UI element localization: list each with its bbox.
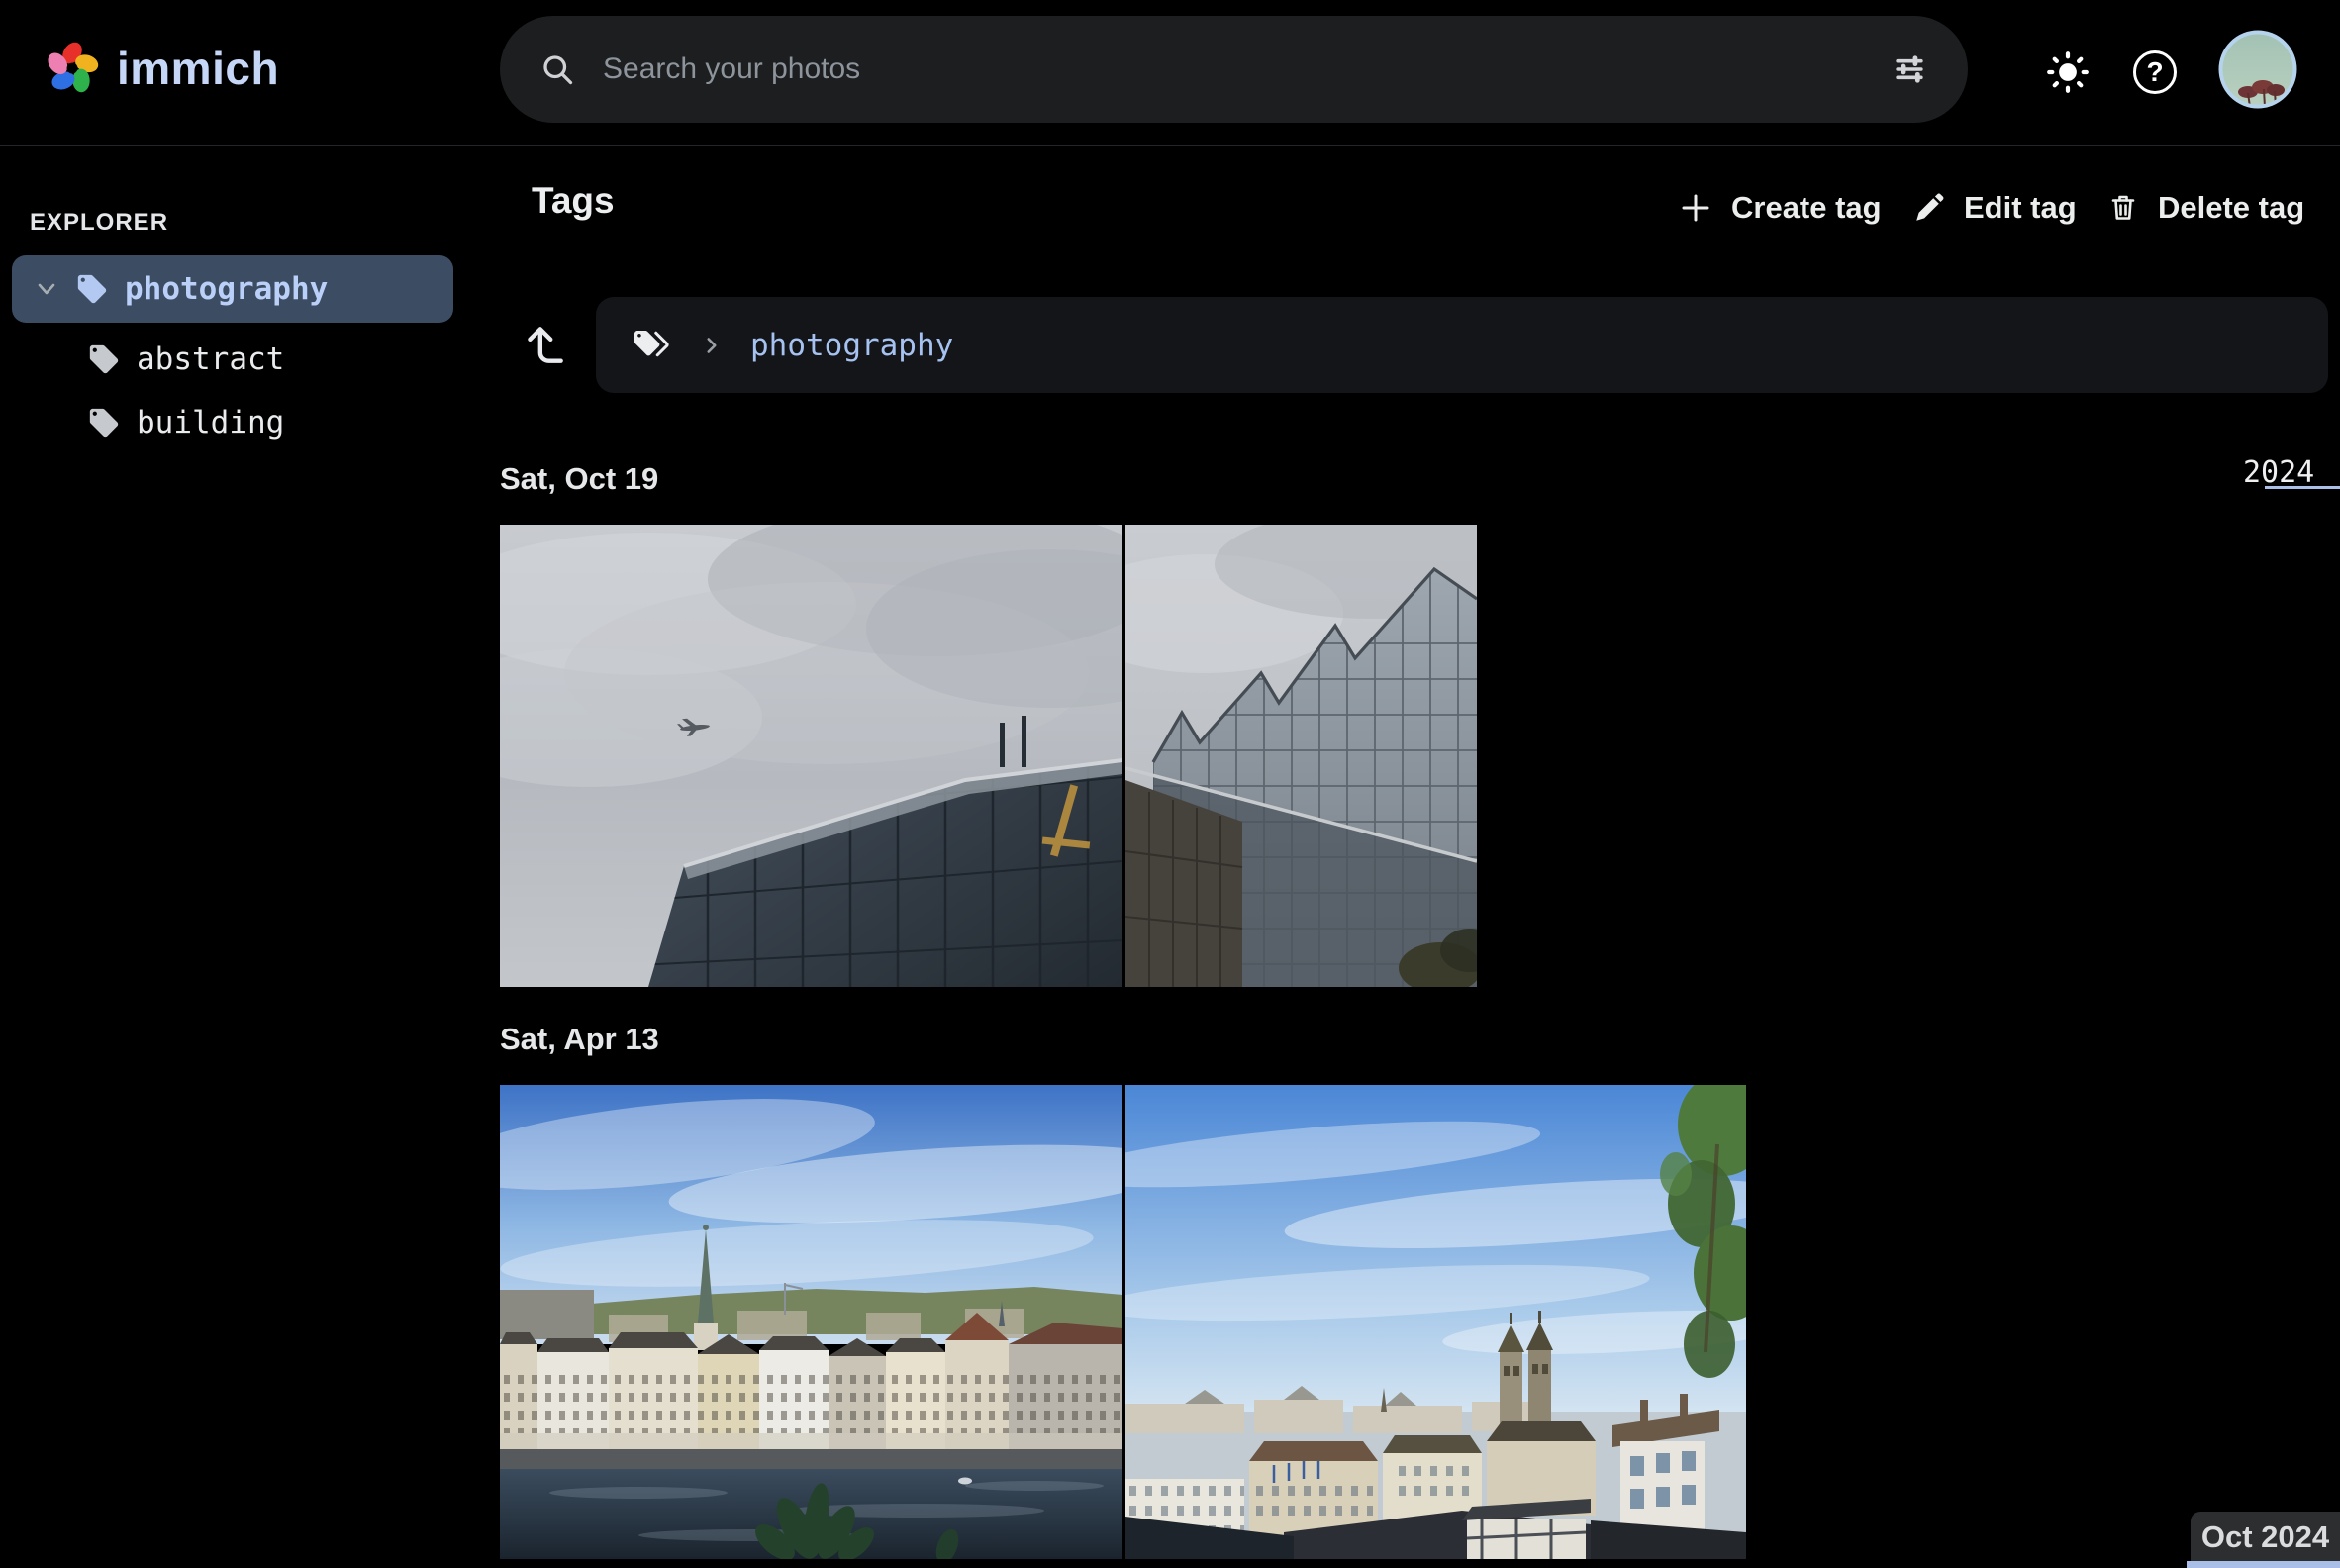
scrubber-position-tooltip: Oct 2024 xyxy=(2191,1512,2340,1562)
breadcrumb-current-tag[interactable]: photography xyxy=(750,328,953,363)
tag-icon xyxy=(87,406,121,440)
photo-image xyxy=(1125,1085,1746,1559)
immich-logo[interactable]: immich xyxy=(44,40,279,97)
tags-icon xyxy=(632,325,673,366)
avatar-image xyxy=(2218,30,2297,109)
photo-thumbnail-grossmunster-view[interactable] xyxy=(1125,1085,1746,1559)
breadcrumb: photography xyxy=(596,297,2328,393)
explorer-heading: EXPLORER xyxy=(30,209,168,237)
timbered-house xyxy=(1462,1499,1591,1559)
photo-thumbnail-riverfront[interactable] xyxy=(500,1085,1122,1559)
photo-image xyxy=(500,525,1122,987)
plus-icon xyxy=(1678,190,1713,226)
page-title: Tags xyxy=(532,180,615,222)
photo-thumbnail-glass-building-airplane[interactable] xyxy=(500,525,1122,987)
date-group-header: Sat, Apr 13 xyxy=(500,1022,659,1057)
photo-thumbnail-sawtooth-facade[interactable] xyxy=(1125,525,1477,987)
search-icon xyxy=(539,51,575,87)
delete-tag-button[interactable]: Delete tag xyxy=(2106,184,2304,232)
edit-tag-button[interactable]: Edit tag xyxy=(1912,184,2077,232)
search-bar[interactable] xyxy=(500,16,1968,123)
avatar[interactable] xyxy=(2218,30,2297,109)
create-tag-button[interactable]: Create tag xyxy=(1678,184,1882,232)
tag-icon xyxy=(87,343,121,376)
delete-tag-label: Delete tag xyxy=(2158,190,2304,226)
arrow-up-back-icon xyxy=(520,320,569,369)
filter-sliders-icon[interactable] xyxy=(1891,50,1928,88)
sidebar-item-abstract[interactable]: abstract xyxy=(12,330,453,389)
app-title: immich xyxy=(117,42,279,95)
immich-flower-icon xyxy=(44,40,101,97)
tag-icon xyxy=(75,272,109,306)
scrubber-year-tick xyxy=(2265,486,2340,489)
help-button[interactable]: ? xyxy=(2125,43,2185,102)
search-input[interactable] xyxy=(601,51,1891,87)
sidebar-item-label: abstract xyxy=(137,342,284,377)
date-group-header: Sat, Oct 19 xyxy=(500,461,658,497)
edit-tag-label: Edit tag xyxy=(1964,190,2077,226)
photo-image xyxy=(500,1085,1122,1559)
scrubber-position-label: Oct 2024 xyxy=(2201,1519,2329,1555)
pencil-icon xyxy=(1912,191,1946,225)
chevron-down-icon xyxy=(34,276,59,302)
immich-app: immich xyxy=(0,0,2340,1568)
explorer-sidebar: EXPLORER photography abstract building xyxy=(0,146,500,1568)
trash-icon xyxy=(2106,191,2140,225)
scrubber-position-tick[interactable] xyxy=(2187,1561,2340,1568)
sun-icon xyxy=(2045,49,2091,95)
scrubber-year-label[interactable]: 2024 xyxy=(2243,455,2314,490)
photo-image xyxy=(1125,525,1477,987)
create-tag-label: Create tag xyxy=(1731,190,1882,226)
back-button[interactable] xyxy=(515,315,574,374)
chevron-right-icon xyxy=(699,333,725,358)
sidebar-item-photography[interactable]: photography xyxy=(12,255,453,323)
sidebar-item-label: photography xyxy=(125,271,328,307)
sidebar-item-label: building xyxy=(137,405,284,441)
theme-toggle-button[interactable] xyxy=(2038,43,2097,102)
app-header: immich xyxy=(0,0,2340,146)
sidebar-item-building[interactable]: building xyxy=(12,393,453,452)
help-icon: ? xyxy=(2133,50,2177,94)
